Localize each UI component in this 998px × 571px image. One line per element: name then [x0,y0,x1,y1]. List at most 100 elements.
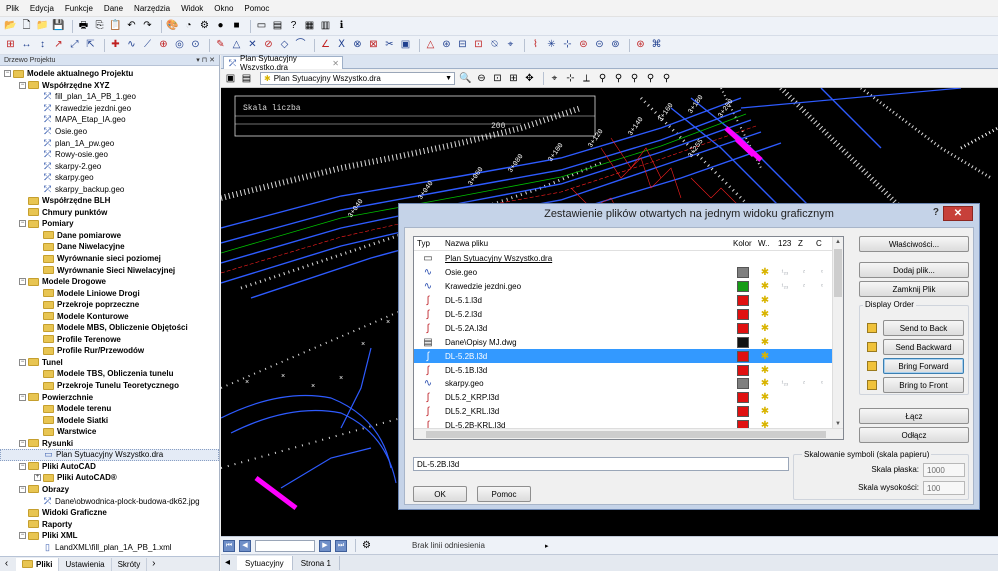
scroll-up-icon[interactable]: ▲ [833,237,843,247]
tool-34-icon[interactable]: ⊝ [593,39,606,52]
color-swatch[interactable] [736,309,749,320]
numbers-toggle[interactable]: ¹₂₃ [775,381,795,387]
visibility-icon[interactable]: ✱ [755,281,775,292]
view-icon[interactable]: ▣ [224,72,237,85]
tool-33-icon[interactable]: ⊜ [577,39,590,52]
tree-node[interactable]: − Rysunki [0,438,219,450]
tool-0-icon[interactable]: ⊞ [4,39,17,52]
search-icon[interactable]: ⚲ [660,72,673,85]
col-w[interactable]: W.. [755,239,775,248]
color-swatch[interactable] [736,281,749,293]
tree-node[interactable]: ⤱ Dane\obwodnica-plock-budowa-dk62.jpg [0,495,219,507]
close-file-button[interactable]: Zamknij Plik [859,281,969,297]
grid-icon[interactable]: ⊹ [564,72,577,85]
scroll-left-icon[interactable]: ◂ [221,557,234,570]
tool-12-icon[interactable]: ✎ [214,39,227,52]
vertical-scrollbar[interactable]: ▲ ▼ [832,237,843,429]
tool-36-icon[interactable]: ⊛ [634,39,647,52]
undo-icon[interactable]: ↶ [125,20,138,33]
page-select[interactable] [255,539,315,552]
tool-7-icon[interactable]: ∿ [125,39,138,52]
col-c[interactable]: C [813,239,831,248]
ortho-icon[interactable]: ⟂ [580,72,593,85]
info-icon[interactable]: ℹ [335,20,348,33]
height-scale-input[interactable]: 100 [923,481,965,495]
current-file-field[interactable]: DL-5.2B.l3d [413,457,789,471]
help-icon[interactable]: ? [287,20,300,33]
record-icon[interactable]: ● [214,20,227,33]
collapse-icon[interactable]: − [19,485,26,493]
visibility-icon[interactable]: ✱ [755,365,775,376]
tool-16-icon[interactable]: ◇ [278,39,291,52]
visibility-icon[interactable]: ✱ [755,351,775,362]
tool-3-icon[interactable]: ↗ [52,39,65,52]
close-tab-icon[interactable]: ✕ [332,59,339,68]
color-swatch[interactable] [736,392,749,404]
collapse-icon[interactable]: − [19,358,26,366]
tree-node[interactable]: − Pomiary [0,218,219,230]
connect-button[interactable]: Łącz [859,408,969,424]
collapse-icon[interactable]: − [19,81,26,89]
color-swatch[interactable] [736,322,749,334]
tool-31-icon[interactable]: ✳ [545,39,558,52]
tree-node[interactable]: Przekroje poprzeczne [0,299,219,311]
color-swatch[interactable] [736,406,749,418]
collapse-icon[interactable]: − [19,439,26,447]
color-swatch[interactable] [736,295,749,307]
scroll-right-icon[interactable]: › [147,558,160,571]
tree-node[interactable]: ▯ LandXML\fill_plan_1A_PB_1.xml [0,541,219,553]
tree-node[interactable]: Raporty [0,518,219,530]
tool-30-icon[interactable]: ⌇ [529,39,542,52]
bring-forward-button[interactable]: Bring Forward [883,358,964,374]
tab-strona-1[interactable]: Strona 1 [293,556,340,570]
col-123[interactable]: 123 [775,239,795,248]
collapse-icon[interactable]: − [19,462,26,470]
tree-node[interactable]: Modele Konturowe [0,310,219,322]
send-to-back-button[interactable]: Send to Back [883,320,964,336]
numbers-toggle[interactable]: ¹₂₃ [775,270,795,276]
zoom-out-icon[interactable]: ⊖ [475,72,488,85]
col-name[interactable]: Nazwa pliku [442,239,730,248]
tree-node[interactable]: ⤱ Osie.geo [0,126,219,138]
visibility-icon[interactable]: ✱ [755,406,775,417]
color-swatch[interactable] [736,364,749,376]
tree-node[interactable]: ⤱ skarpy.geo [0,172,219,184]
tree-node[interactable]: Profile Terenowe [0,334,219,346]
tree-node[interactable]: Wyrównanie Sieci Niwelacyjnej [0,264,219,276]
tree-node[interactable]: Profile Rur/Przewodów [0,345,219,357]
tree-node[interactable]: − Modele Drogowe [0,276,219,288]
tab-ustawienia[interactable]: Ustawienia [59,557,112,571]
view-icon[interactable]: ◔ [182,20,195,33]
open-file-icon[interactable]: 📁 [36,20,49,33]
color-cell[interactable] [730,322,755,334]
tree-node[interactable]: Modele Liniowe Drogi [0,287,219,299]
layout-icon[interactable]: ▤ [271,20,284,33]
collapse-icon[interactable]: − [19,220,26,228]
tool-4-icon[interactable]: ⤢ [68,39,81,52]
tree-node[interactable]: + Pliki AutoCAD® [0,472,219,484]
col-z[interactable]: Z [795,239,813,248]
tree-node[interactable]: ⤱ skarpy_backup.geo [0,183,219,195]
tool-11-icon[interactable]: ⊙ [189,39,202,52]
paste-icon[interactable]: 📋 [109,20,122,33]
close-dialog-button[interactable]: ✕ [943,206,973,221]
tree-node[interactable]: Modele terenu [0,403,219,415]
scroll-thumb[interactable] [834,249,842,297]
flat-scale-input[interactable]: 1000 [923,463,965,477]
tool-21-icon[interactable]: ⊠ [367,39,380,52]
color-swatch[interactable] [736,378,749,390]
ok-button[interactable]: OK [413,486,467,502]
help-icon[interactable]: ? [933,207,939,218]
tree-node[interactable]: Dane pomiarowe [0,230,219,242]
collapse-icon[interactable]: − [19,278,26,286]
tree-node[interactable]: − Powierzchnie [0,391,219,403]
file-row[interactable]: ▭ Plan Sytuacyjny Wszystko.dra [414,252,841,266]
tab-skroty[interactable]: Skróty [112,557,148,571]
color-cell[interactable] [730,267,755,279]
z-toggle[interactable]: ᶻ [795,270,813,276]
menu-item-2[interactable]: Funkcje [65,4,93,13]
stop-icon[interactable]: ■ [230,20,243,33]
file-row[interactable]: ∫ DL-5.1.l3d ✱ [414,294,841,308]
color-cell[interactable] [730,309,755,320]
visibility-icon[interactable]: ✱ [755,309,775,320]
